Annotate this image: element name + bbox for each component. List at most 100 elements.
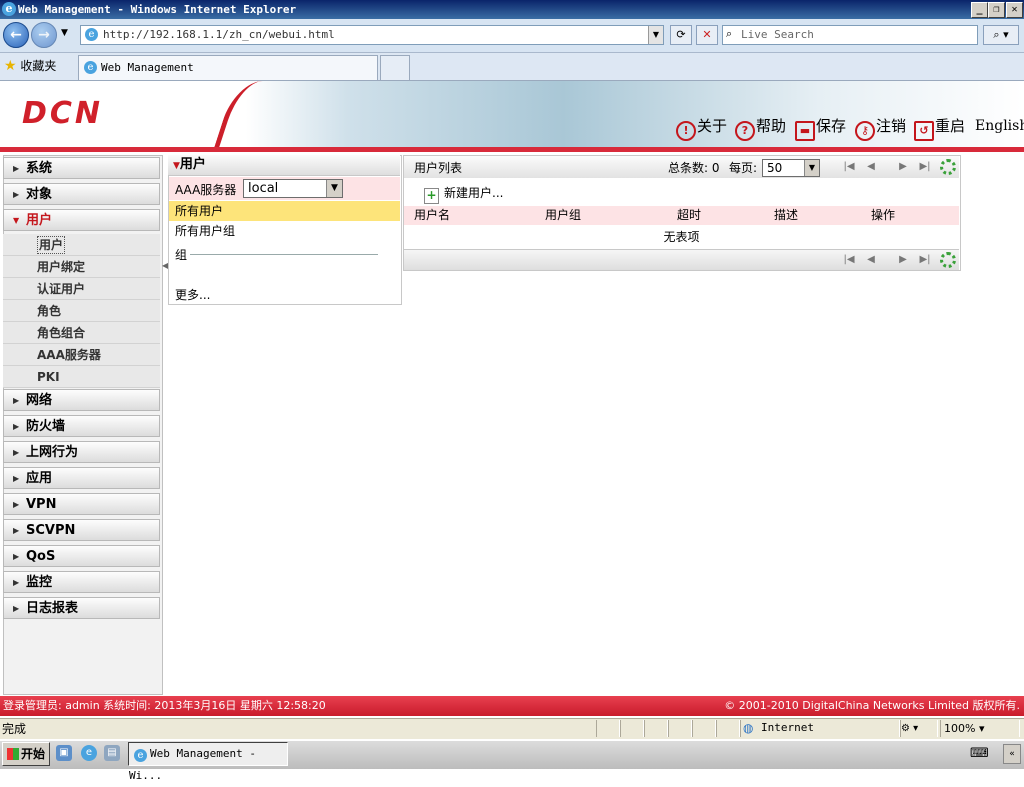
menu-group-log-report[interactable]: ▶ 日志报表 [3, 597, 160, 619]
next-page-icon[interactable]: ▶ [896, 160, 910, 174]
tray-expand-icon[interactable]: « [1003, 744, 1021, 764]
prev-page-icon[interactable]: ◀ [864, 253, 878, 267]
address-dropdown-icon[interactable]: ▼ [648, 26, 663, 44]
refresh-list-icon[interactable] [940, 252, 956, 268]
key-icon: ⚷ [855, 121, 875, 141]
help-link[interactable]: ? 帮助 [735, 116, 786, 141]
logout-link[interactable]: ⚷ 注销 [855, 116, 906, 141]
save-link[interactable]: ▬ 保存 [795, 116, 846, 141]
quicklaunch-server-icon[interactable]: ▤ [104, 745, 120, 761]
english-link[interactable]: English [975, 116, 1024, 136]
more-link[interactable]: 更多... [175, 286, 210, 303]
dcn-logo: DCN [22, 96, 104, 131]
favorites-button[interactable]: ★ 收藏夹 [4, 57, 56, 75]
sidebar-item-auth-user[interactable]: 认证用户 [3, 278, 160, 300]
last-page-icon[interactable]: ▶| [918, 253, 932, 267]
sidebar-item-role[interactable]: 角色 [3, 300, 160, 322]
about-link[interactable]: ! 关于 [676, 116, 727, 141]
total-count: 总条数: 0 [668, 161, 720, 175]
sidebar-item-user-binding[interactable]: 用户绑定 [3, 256, 160, 278]
aaa-server-value: local [248, 181, 279, 196]
user-list-pager: |◀ ◀ ▶ ▶| [404, 249, 959, 270]
menu-group-firewall[interactable]: ▶ 防火墙 [3, 415, 160, 437]
quicklaunch-explorer-icon[interactable]: ▣ [56, 745, 72, 761]
app-footer: 登录管理员: admin 系统时间: 2013年3月16日 星期六 12:58:… [0, 696, 1024, 716]
first-page-icon[interactable]: |◀ [842, 160, 856, 174]
close-window-button[interactable]: ✕ [1006, 2, 1023, 18]
start-button[interactable]: 开始 [2, 742, 50, 766]
windows-logo-icon [7, 748, 19, 760]
zone-text: Internet [761, 721, 814, 734]
group-divider [190, 254, 378, 255]
user-list-title: 用户列表 [414, 161, 463, 175]
menu-group-monitor[interactable]: ▶ 监控 [3, 571, 160, 593]
menu-group-user[interactable]: ▼ 用户 [3, 209, 160, 231]
address-text: http://192.168.1.1/zh_cn/webui.html [103, 28, 335, 41]
maximize-button[interactable]: ❐ [988, 2, 1005, 18]
minimize-button[interactable]: _ [971, 2, 988, 18]
menu-group-internet-behavior[interactable]: ▶ 上网行为 [3, 441, 160, 463]
protected-mode-icon[interactable]: ⚙ ▾ [900, 720, 938, 737]
col-description: 描述 [774, 208, 799, 222]
menu-group-system[interactable]: ▶ 系统 [3, 157, 160, 179]
col-user-group: 用户组 [545, 208, 582, 222]
refresh-icon[interactable]: ⟳ [670, 25, 692, 45]
refresh-list-icon[interactable] [940, 159, 956, 175]
help-icon: ? [735, 121, 755, 141]
tab-ie-icon: e [84, 61, 97, 74]
tab-title: Web Management [101, 61, 194, 74]
menu-group-object[interactable]: ▶ 对象 [3, 183, 160, 205]
search-input[interactable]: ⌕ Live Search [722, 25, 978, 45]
favorites-label: 收藏夹 [20, 59, 57, 73]
per-page-label: 每页: [729, 161, 758, 175]
prev-page-icon[interactable]: ◀ [864, 160, 878, 174]
stop-icon[interactable]: ✕ [696, 25, 718, 45]
new-tab-button[interactable] [380, 55, 410, 80]
chevron-down-icon: ▼ [326, 180, 342, 197]
menu-group-network[interactable]: ▶ 网络 [3, 389, 160, 411]
login-info: 登录管理员: admin 系统时间: 2013年3月16日 星期六 12:58:… [3, 699, 326, 712]
per-page-value: 50 [767, 161, 783, 175]
first-page-icon[interactable]: |◀ [842, 253, 856, 267]
forward-button[interactable]: → [31, 22, 57, 48]
restart-link[interactable]: ↺ 重启 [914, 116, 965, 141]
copyright: © 2001-2010 DigitalChina Networks Limite… [724, 699, 1020, 712]
menu-group-application[interactable]: ▶ 应用 [3, 467, 160, 489]
browser-tab[interactable]: e Web Management [78, 55, 378, 80]
save-icon: ▬ [795, 121, 815, 141]
table-header: 用户名 用户组 超时 描述 操作 [404, 206, 959, 225]
sidebar-item-pki[interactable]: PKI [3, 366, 160, 388]
menu-group-scvpn[interactable]: ▶ SCVPN [3, 519, 160, 541]
all-users-item[interactable]: 所有用户 [169, 201, 400, 221]
user-panel-header: ▼用户 [168, 155, 400, 176]
quicklaunch-ie-icon[interactable]: e [81, 745, 97, 761]
col-username: 用户名 [414, 208, 451, 222]
keyboard-icon[interactable]: ⌨ [970, 746, 989, 761]
sidebar-item-role-combo[interactable]: 角色组合 [3, 322, 160, 344]
sidebar-item-aaa-server[interactable]: AAA服务器 [3, 344, 160, 366]
zoom-control[interactable]: 100% ▾ [940, 720, 1020, 737]
search-icon: ⌕ [726, 27, 733, 40]
empty-table-message: 无表项 [663, 230, 700, 244]
last-page-icon[interactable]: ▶| [918, 160, 932, 174]
history-dropdown-icon[interactable]: ▼ [61, 28, 68, 38]
taskbar-item-ie[interactable]: e Web Management - Wi... [128, 742, 288, 782]
per-page-select[interactable]: 50 ▼ [762, 159, 820, 177]
menu-group-qos[interactable]: ▶ QoS [3, 545, 160, 567]
aaa-server-select[interactable]: local ▼ [243, 179, 343, 198]
globe-icon: ◍ [743, 721, 754, 735]
page-icon: e [85, 28, 98, 41]
group-label: 组 [175, 248, 188, 262]
new-user-button[interactable]: + 新建用户... [424, 185, 503, 204]
sidebar-item-user[interactable]: 用户 [3, 234, 160, 256]
user-list-header: 用户列表 总条数: 0 每页: 50 ▼ |◀ ◀ ▶ ▶| [404, 156, 959, 178]
address-input[interactable]: e http://192.168.1.1/zh_cn/webui.html ▼ [80, 25, 664, 45]
search-go-button[interactable]: ⌕ ▾ [983, 25, 1019, 45]
window-title: Web Management - Windows Internet Explor… [18, 3, 297, 16]
next-page-icon[interactable]: ▶ [896, 253, 910, 267]
status-text: 完成 [2, 722, 27, 736]
back-button[interactable]: ← [3, 22, 29, 48]
col-timeout: 超时 [677, 208, 702, 222]
menu-group-vpn[interactable]: ▶ VPN [3, 493, 160, 515]
all-user-groups-item[interactable]: 所有用户组 [169, 221, 400, 241]
